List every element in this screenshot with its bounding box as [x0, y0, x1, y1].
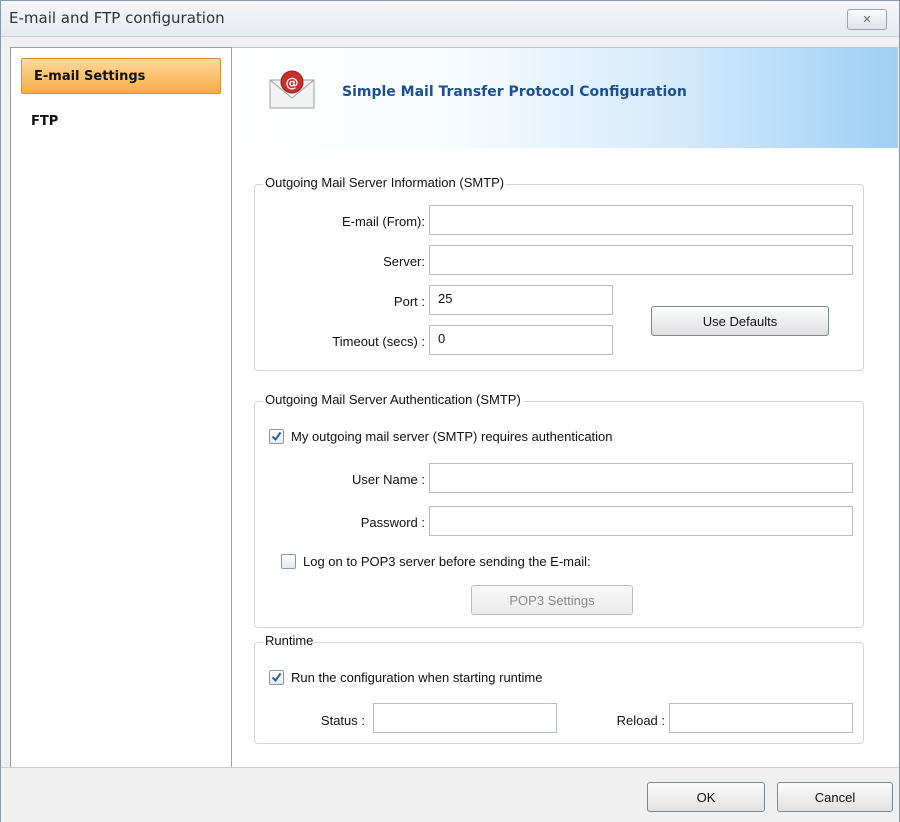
reload-input[interactable] [669, 703, 853, 733]
timeout-input[interactable]: 0 [429, 325, 613, 355]
use-defaults-button[interactable]: Use Defaults [651, 306, 829, 336]
dialog-footer: OK Cancel [1, 767, 899, 822]
run-config-label: Run the configuration when starting runt… [291, 670, 543, 685]
ok-button[interactable]: OK [647, 782, 765, 812]
cancel-button[interactable]: Cancel [777, 782, 893, 812]
check-mark-icon [271, 672, 282, 683]
smtp-server-group-title: Outgoing Mail Server Information (SMTP) [263, 175, 507, 190]
requires-auth-label: My outgoing mail server (SMTP) requires … [291, 429, 613, 444]
reload-label: Reload : [616, 713, 665, 728]
status-label: Status : [320, 713, 365, 728]
banner: @ Simple Mail Transfer Protocol Configur… [232, 48, 898, 148]
check-mark-icon [271, 431, 282, 442]
server-label: Server: [383, 254, 425, 269]
title-bar: E-mail and FTP configuration ✕ [1, 1, 899, 37]
email-from-input[interactable] [429, 205, 853, 235]
smtp-auth-group-title: Outgoing Mail Server Authentication (SMT… [263, 392, 523, 407]
sidebar-item-ftp[interactable]: FTP [19, 104, 219, 140]
close-icon: ✕ [862, 14, 872, 26]
username-label: User Name : [352, 472, 425, 487]
requires-auth-checkbox[interactable] [269, 429, 284, 444]
mail-envelope-icon: @ [269, 70, 315, 109]
port-label: Port : [393, 294, 425, 309]
sidebar-item-label: E-mail Settings [34, 69, 146, 84]
svg-text:@: @ [286, 76, 299, 91]
timeout-label: Timeout (secs) : [332, 334, 425, 349]
sidebar-item-label: FTP [31, 114, 59, 129]
pop3-settings-button[interactable]: POP3 Settings [471, 585, 633, 615]
runtime-group: Runtime Run the configuration when start… [254, 633, 864, 744]
sidebar-item-email-settings[interactable]: E-mail Settings [21, 58, 221, 94]
banner-title: Simple Mail Transfer Protocol Configurat… [342, 84, 687, 100]
server-input[interactable] [429, 245, 853, 275]
pop3-settings-label: POP3 Settings [509, 592, 595, 608]
runtime-group-title: Runtime [263, 633, 316, 648]
ok-label: OK [696, 789, 716, 805]
use-defaults-label: Use Defaults [702, 313, 778, 329]
sidebar: E-mail Settings FTP [10, 47, 232, 769]
close-button[interactable]: ✕ [847, 9, 887, 30]
cancel-label: Cancel [814, 789, 856, 805]
email-ftp-config-window: E-mail and FTP configuration ✕ E-mail Se… [0, 0, 900, 822]
content-panel: @ Simple Mail Transfer Protocol Configur… [232, 47, 898, 768]
username-input[interactable] [429, 463, 853, 493]
smtp-server-group: Outgoing Mail Server Information (SMTP) … [254, 175, 864, 371]
smtp-auth-group: Outgoing Mail Server Authentication (SMT… [254, 392, 864, 628]
run-config-checkbox[interactable] [269, 670, 284, 685]
window-title: E-mail and FTP configuration [9, 9, 225, 27]
password-input[interactable] [429, 506, 853, 536]
password-label: Password : [360, 515, 425, 530]
pop3-logon-label: Log on to POP3 server before sending the… [303, 554, 591, 569]
port-input[interactable]: 25 [429, 285, 613, 315]
email-from-label: E-mail (From): [341, 214, 425, 229]
status-input[interactable] [373, 703, 557, 733]
pop3-logon-checkbox[interactable] [281, 554, 296, 569]
